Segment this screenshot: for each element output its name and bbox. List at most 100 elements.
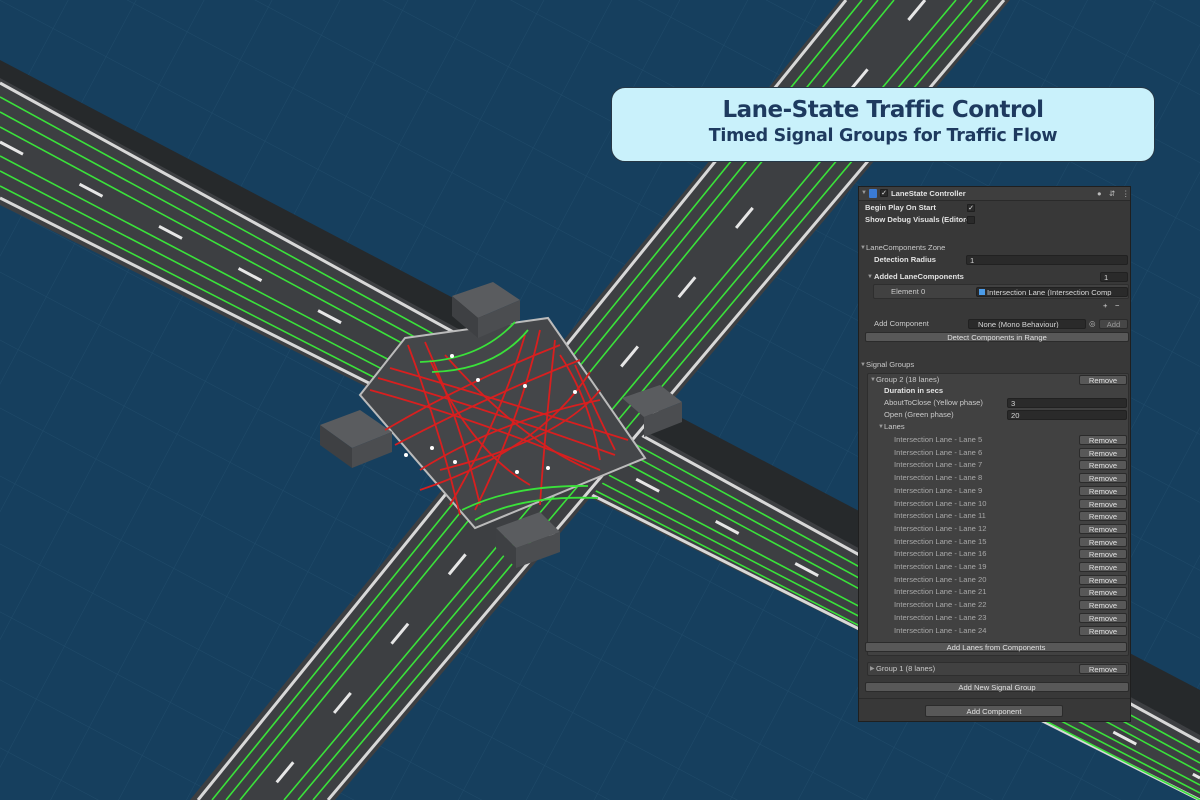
component-title: LaneState Controller bbox=[891, 189, 966, 198]
lane-row: Intersection Lane - Lane 6 Remove bbox=[859, 447, 1130, 459]
element0-field[interactable]: Intersection Lane (Intersection Comp bbox=[976, 287, 1128, 297]
lane-remove-button[interactable]: Remove bbox=[1079, 625, 1127, 636]
fold-arrow-icon[interactable]: ▼ bbox=[861, 187, 867, 200]
lane-label: Intersection Lane - Lane 22 bbox=[894, 600, 987, 610]
lane-label: Intersection Lane - Lane 9 bbox=[894, 485, 983, 495]
lane-row: Intersection Lane - Lane 10 Remove bbox=[859, 498, 1130, 510]
group1-foldout[interactable]: ▶ Group 1 (8 lanes) Remove bbox=[859, 663, 1130, 675]
banner-subtitle: Timed Signal Groups for Traffic Flow bbox=[708, 126, 1058, 146]
lane-label: Intersection Lane - Lane 21 bbox=[894, 587, 987, 597]
add-element-button[interactable]: + bbox=[1103, 300, 1107, 312]
detection-radius-field[interactable]: 1 bbox=[966, 255, 1128, 265]
lane-row: Intersection Lane - Lane 5 Remove bbox=[859, 434, 1130, 446]
lane-row: Intersection Lane - Lane 22 Remove bbox=[859, 599, 1130, 611]
list-buttons-row: + − bbox=[859, 300, 1130, 312]
element0-row: Element 0 Intersection Lane (Intersectio… bbox=[859, 286, 1130, 298]
lane-row: Intersection Lane - Lane 19 Remove bbox=[859, 561, 1130, 573]
group1-label: Group 1 (8 lanes) bbox=[876, 664, 936, 673]
lane-remove-button[interactable]: Remove bbox=[1079, 511, 1127, 522]
lane-label: Intersection Lane - Lane 23 bbox=[894, 612, 987, 622]
show-debug-label: Show Debug Visuals (Editor- bbox=[865, 215, 969, 224]
lane-zone-foldout[interactable]: ▼ LaneComponents Zone bbox=[859, 242, 1130, 254]
show-debug-row: Show Debug Visuals (Editor- bbox=[859, 214, 1130, 226]
foldout-arrow-icon: ▶ bbox=[870, 666, 875, 672]
lane-label: Intersection Lane - Lane 8 bbox=[894, 473, 983, 483]
lane-remove-button[interactable]: Remove bbox=[1079, 460, 1127, 471]
lane-row: Intersection Lane - Lane 16 Remove bbox=[859, 548, 1130, 560]
lane-label: Intersection Lane - Lane 15 bbox=[894, 536, 987, 546]
signal-groups-label: Signal Groups bbox=[866, 360, 915, 369]
lane-remove-button[interactable]: Remove bbox=[1079, 574, 1127, 585]
lane-row: Intersection Lane - Lane 8 Remove bbox=[859, 472, 1130, 484]
detection-radius-row: Detection Radius 1 bbox=[859, 254, 1130, 266]
inspector-panel: ▼ ✓ LaneState Controller ● ⇵ ⋮ Begin Pla… bbox=[858, 186, 1131, 722]
begin-play-label: Begin Play On Start bbox=[865, 203, 936, 212]
lane-remove-button[interactable]: Remove bbox=[1079, 587, 1127, 598]
lane-label: Intersection Lane - Lane 7 bbox=[894, 460, 983, 470]
divider bbox=[859, 698, 1130, 699]
help-icon[interactable]: ● bbox=[1097, 187, 1102, 200]
added-components-label: Added LaneComponents bbox=[874, 272, 964, 281]
lane-remove-button[interactable]: Remove bbox=[1079, 485, 1127, 496]
add-component-field[interactable]: None (Mono Behaviour) bbox=[968, 319, 1086, 329]
duration-label: Duration in secs bbox=[884, 386, 944, 395]
lane-remove-button[interactable]: Remove bbox=[1079, 523, 1127, 534]
add-signal-group-button[interactable]: Add New Signal Group bbox=[865, 682, 1129, 692]
lanes-label: Lanes bbox=[884, 422, 905, 431]
lane-label: Intersection Lane - Lane 16 bbox=[894, 549, 987, 559]
group2-remove-button[interactable]: Remove bbox=[1079, 375, 1127, 385]
signal-groups-foldout[interactable]: ▼ Signal Groups bbox=[859, 359, 1130, 371]
lane-row: Intersection Lane - Lane 9 Remove bbox=[859, 485, 1130, 497]
add-component-button[interactable]: Add Component bbox=[925, 705, 1063, 717]
yellow-phase-label: AboutToClose (Yellow phase) bbox=[884, 398, 983, 407]
script-icon bbox=[869, 189, 877, 198]
lane-remove-button[interactable]: Remove bbox=[1079, 473, 1127, 484]
yellow-phase-row: AboutToClose (Yellow phase) 3 bbox=[859, 397, 1130, 409]
yellow-phase-field[interactable]: 3 bbox=[1007, 398, 1127, 408]
lane-label: Intersection Lane - Lane 12 bbox=[894, 523, 987, 533]
lane-label: Intersection Lane - Lane 6 bbox=[894, 447, 983, 457]
added-components-count[interactable]: 1 bbox=[1100, 272, 1128, 282]
lane-label: Intersection Lane - Lane 20 bbox=[894, 574, 987, 584]
lane-remove-button[interactable]: Remove bbox=[1079, 498, 1127, 509]
green-phase-field[interactable]: 20 bbox=[1007, 410, 1127, 420]
lane-remove-button[interactable]: Remove bbox=[1079, 612, 1127, 623]
lane-remove-button[interactable]: Remove bbox=[1079, 549, 1127, 560]
component-header[interactable]: ▼ ✓ LaneState Controller ● ⇵ ⋮ bbox=[859, 187, 1130, 201]
banner-title: Lane-State Traffic Control bbox=[722, 97, 1044, 123]
preset-icon[interactable]: ⇵ bbox=[1109, 187, 1115, 200]
remove-element-button[interactable]: − bbox=[1115, 300, 1119, 312]
object-picker-icon[interactable]: ◎ bbox=[1089, 318, 1096, 330]
lane-row: Intersection Lane - Lane 24 Remove bbox=[859, 625, 1130, 637]
lane-label: Intersection Lane - Lane 24 bbox=[894, 625, 987, 635]
more-icon[interactable]: ⋮ bbox=[1122, 187, 1130, 200]
lane-row: Intersection Lane - Lane 11 Remove bbox=[859, 510, 1130, 522]
component-icon bbox=[979, 289, 985, 295]
show-debug-checkbox[interactable] bbox=[967, 216, 975, 224]
duration-row: Duration in secs bbox=[859, 385, 1130, 397]
add-component-row: Add Component None (Mono Behaviour) ◎ Ad… bbox=[859, 318, 1130, 330]
lane-zone-label: LaneComponents Zone bbox=[866, 243, 946, 252]
green-phase-row: Open (Green phase) 20 bbox=[859, 409, 1130, 421]
add-lanes-button[interactable]: Add Lanes from Components bbox=[865, 642, 1127, 652]
lane-row: Intersection Lane - Lane 12 Remove bbox=[859, 523, 1130, 535]
begin-play-checkbox[interactable]: ✓ bbox=[967, 204, 975, 212]
lane-remove-button[interactable]: Remove bbox=[1079, 447, 1127, 458]
lane-label: Intersection Lane - Lane 19 bbox=[894, 562, 987, 571]
lane-row: Intersection Lane - Lane 23 Remove bbox=[859, 612, 1130, 624]
group1-remove-button[interactable]: Remove bbox=[1079, 664, 1127, 674]
lanes-foldout[interactable]: ▼ Lanes bbox=[859, 421, 1130, 433]
lane-remove-button[interactable]: Remove bbox=[1079, 536, 1127, 547]
lane-remove-button[interactable]: Remove bbox=[1079, 435, 1127, 445]
lane-row: Intersection Lane - Lane 20 Remove bbox=[859, 574, 1130, 586]
detect-components-button[interactable]: Detect Components in Range bbox=[865, 332, 1129, 342]
title-banner: Lane-State Traffic Control Timed Signal … bbox=[611, 87, 1155, 162]
lane-remove-button[interactable]: Remove bbox=[1079, 600, 1127, 611]
lane-remove-button[interactable]: Remove bbox=[1079, 562, 1127, 572]
enabled-checkbox[interactable]: ✓ bbox=[880, 189, 888, 197]
lane-label: Intersection Lane - Lane 5 bbox=[894, 435, 983, 444]
lane-label: Intersection Lane - Lane 11 bbox=[894, 511, 986, 521]
detection-radius-label: Detection Radius bbox=[874, 255, 937, 264]
add-button[interactable]: Add bbox=[1099, 319, 1128, 329]
added-components-foldout[interactable]: ▼ Added LaneComponents 1 bbox=[859, 271, 1130, 283]
